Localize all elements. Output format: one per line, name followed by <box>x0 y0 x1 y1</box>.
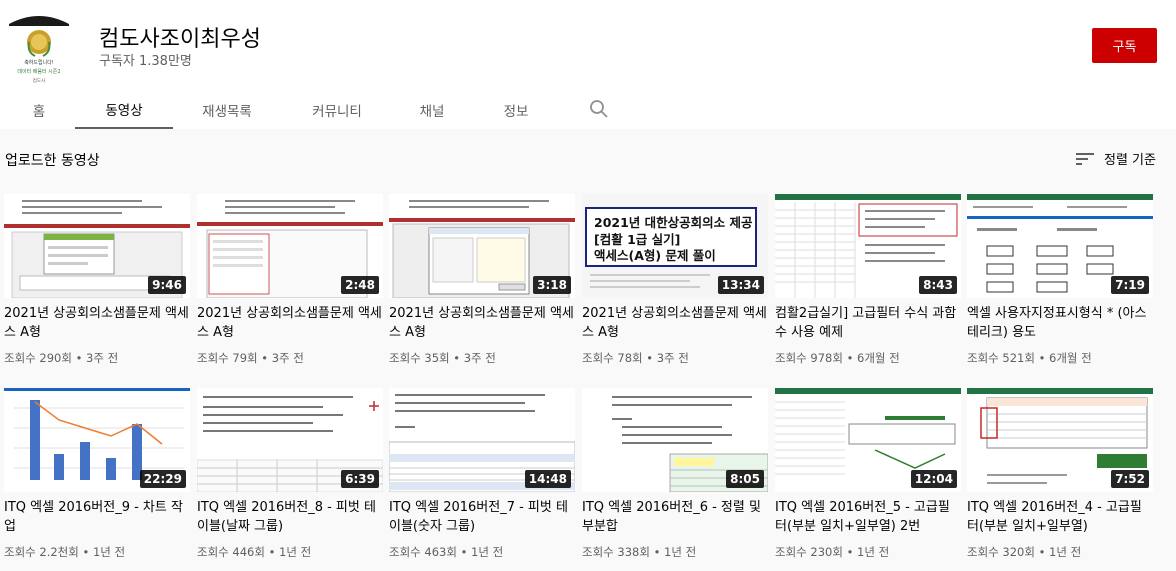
avatar-text-1: 축하드립니다! <box>24 59 54 66</box>
channel-tabs: 홈 동영상 재생목록 커뮤니티 채널 정보 <box>0 90 1176 129</box>
video-duration: 3:18 <box>533 276 571 294</box>
video-meta: 조회수 79회 • 3주 전 <box>197 351 304 365</box>
video-meta: 조회수 78회 • 3주 전 <box>582 351 689 365</box>
avatar-text-2: 데이터 배움터 시즌2 <box>17 68 60 75</box>
video-title[interactable]: ITQ 엑셀 2016버전_6 - 정렬 및 부분합 <box>582 498 768 536</box>
video-thumbnail[interactable]: 2:48 <box>197 194 383 298</box>
video-duration: 8:05 <box>726 470 764 488</box>
video-duration: 13:34 <box>717 276 764 294</box>
video-title[interactable]: ITQ 엑셀 2016버전_7 - 피벗 테이블(숫자 그룹) <box>389 498 575 536</box>
subscriber-count: 구독자 1.38만명 <box>99 54 192 69</box>
video-duration: 7:19 <box>1111 276 1149 294</box>
video-title[interactable]: 엑셀 사용자지정표시형식 * (아스테리크) 용도 <box>967 304 1153 342</box>
video-title[interactable]: 컴활2급실기] 고급필터 수식 과함수 사용 예제 <box>775 304 961 342</box>
video-title[interactable]: ITQ 엑셀 2016버전_5 - 고급필터(부분 일치+일부열) 2번 <box>775 498 961 536</box>
video-duration: 2:48 <box>341 276 379 294</box>
video-thumbnail[interactable]: 14:48 <box>389 388 575 492</box>
channel-avatar[interactable]: 축하드립니다! 데이터 배움터 시즌2 컴도사 <box>7 12 71 92</box>
video-meta: 조회수 35회 • 3주 전 <box>389 351 496 365</box>
video-title[interactable]: ITQ 엑셀 2016버전_8 - 피벗 테이블(날짜 그룹) <box>197 498 383 536</box>
tab-channels[interactable]: 채널 <box>410 90 454 129</box>
sort-icon <box>1076 152 1094 165</box>
thumb-heading-2: [컴활 1급 실기] <box>594 232 680 247</box>
search-icon[interactable] <box>588 98 610 120</box>
avatar-text-3: 컴도사 <box>33 77 46 84</box>
tab-community[interactable]: 커뮤니티 <box>299 90 375 129</box>
subscribe-button[interactable]: 구독 <box>1092 28 1157 63</box>
thumb-heading-1: 2021년 대한상공회의소 제공 <box>594 215 753 230</box>
video-meta: 조회수 446회 • 1년 전 <box>197 545 312 559</box>
video-duration: 9:46 <box>148 276 186 294</box>
video-meta: 조회수 290회 • 3주 전 <box>4 351 119 365</box>
tab-videos[interactable]: 동영상 <box>75 90 173 129</box>
channel-name: 컴도사조이최우성 <box>99 27 261 52</box>
video-title[interactable]: 2021년 상공회의소샘플문제 액세스 A형 <box>389 304 575 342</box>
video-thumbnail[interactable]: 7:52 <box>967 388 1153 492</box>
thumb-heading-3: 액세스(A형) 문제 풀이 <box>594 248 716 263</box>
section-title: 업로드한 동영상 <box>5 153 100 169</box>
video-meta: 조회수 230회 • 1년 전 <box>775 545 890 559</box>
video-duration: 7:52 <box>1111 470 1149 488</box>
tab-playlists[interactable]: 재생목록 <box>189 90 265 129</box>
video-title[interactable]: 2021년 상공회의소샘플문제 액세스 A형 <box>582 304 768 342</box>
video-meta: 조회수 320회 • 1년 전 <box>967 545 1082 559</box>
video-thumbnail[interactable]: 6:39 <box>197 388 383 492</box>
video-title[interactable]: 2021년 상공회의소샘플문제 액세스 A형 <box>197 304 383 342</box>
video-meta: 조회수 2.2천회 • 1년 전 <box>4 545 126 559</box>
video-duration: 22:29 <box>139 470 186 488</box>
video-thumbnail[interactable]: 8:05 <box>582 388 768 492</box>
video-title[interactable]: ITQ 엑셀 2016버전_9 - 차트 작업 <box>4 498 190 536</box>
tab-about[interactable]: 정보 <box>494 90 538 129</box>
video-meta: 조회수 978회 • 6개월 전 <box>775 351 900 365</box>
video-duration: 6:39 <box>341 470 379 488</box>
video-duration: 12:04 <box>910 470 957 488</box>
video-thumbnail[interactable]: 2021년 대한상공회의소 제공 [컴활 1급 실기] 액세스(A형) 문제 풀… <box>582 194 768 298</box>
video-title[interactable]: ITQ 엑셀 2016버전_4 - 고급필터(부분 일치+일부열) <box>967 498 1153 536</box>
tab-home[interactable]: 홈 <box>18 90 60 129</box>
channel-header: 축하드립니다! 데이터 배움터 시즌2 컴도사 컴도사조이최우성 구독자 1.3… <box>0 0 1176 129</box>
video-title[interactable]: 2021년 상공회의소샘플문제 액세스 A형 <box>4 304 190 342</box>
video-thumbnail[interactable]: 22:29 <box>4 388 190 492</box>
content-toolbar: 업로드한 동영상 정렬 기준 <box>0 129 1176 189</box>
video-meta: 조회수 521회 • 6개월 전 <box>967 351 1092 365</box>
video-duration: 8:43 <box>919 276 957 294</box>
video-duration: 14:48 <box>524 470 571 488</box>
sort-button[interactable]: 정렬 기준 <box>1076 149 1156 168</box>
video-thumbnail[interactable]: 9:46 <box>4 194 190 298</box>
video-thumbnail[interactable]: 7:19 <box>967 194 1153 298</box>
sort-label: 정렬 기준 <box>1104 153 1156 168</box>
video-thumbnail[interactable]: 3:18 <box>389 194 575 298</box>
video-thumbnail[interactable]: 8:43 <box>775 194 961 298</box>
video-meta: 조회수 338회 • 1년 전 <box>582 545 697 559</box>
video-thumbnail[interactable]: 12:04 <box>775 388 961 492</box>
video-meta: 조회수 463회 • 1년 전 <box>389 545 504 559</box>
